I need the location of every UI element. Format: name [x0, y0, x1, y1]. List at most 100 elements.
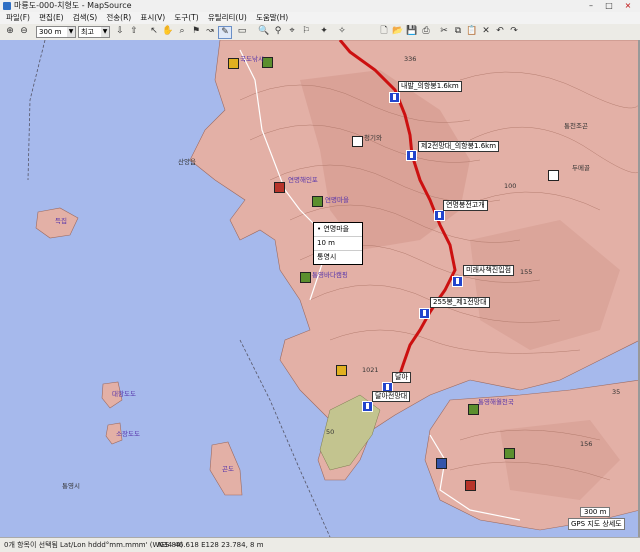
- parking-icon[interactable]: [465, 480, 476, 491]
- delete-icon[interactable]: ✕: [480, 26, 492, 37]
- find-place-icon[interactable]: ⚐: [300, 26, 312, 37]
- find-waypoint-icon[interactable]: ✦: [318, 26, 330, 37]
- waypoint-label[interactable]: 달아: [392, 372, 411, 383]
- close-button[interactable]: ×: [619, 0, 637, 11]
- zoom-in-icon[interactable]: ⊕: [4, 26, 16, 37]
- campsite-icon[interactable]: [504, 448, 515, 459]
- waypoint-label[interactable]: 255봉_제1전망대: [430, 297, 490, 308]
- maximize-button[interactable]: □: [600, 0, 618, 11]
- waypoint-icon[interactable]: [389, 92, 400, 103]
- find-icon[interactable]: 🔍: [258, 26, 270, 37]
- redo-icon[interactable]: ↷: [508, 26, 520, 37]
- waypoint-label[interactable]: 달아전망대: [372, 391, 411, 402]
- place-label: 대항도도: [112, 390, 136, 398]
- place-label: 청기와: [364, 134, 382, 142]
- find-poi-icon[interactable]: ✧: [336, 26, 348, 37]
- undo-icon[interactable]: ↶: [494, 26, 506, 37]
- place-label: 연명마을: [325, 196, 349, 204]
- height-label: 1021: [362, 366, 379, 374]
- place-label: 곤도: [222, 465, 234, 473]
- menu-edit[interactable]: 편집(E): [39, 12, 63, 24]
- hand-tool-icon[interactable]: ✋: [162, 26, 174, 37]
- menu-utilities[interactable]: 유틸리티(U): [208, 12, 247, 24]
- app-icon: [3, 2, 11, 10]
- place-label: 통천조곤: [564, 122, 588, 130]
- send-to-device-icon[interactable]: ⇧: [128, 26, 140, 37]
- distance-tool-icon[interactable]: ▭: [236, 26, 248, 37]
- find-nearest-icon[interactable]: ⚲: [272, 26, 284, 37]
- place-label: 산양읍: [178, 158, 196, 166]
- place-label: 통영바다캠핑: [312, 271, 348, 279]
- gps-detail-label: GPS 지도 상세도: [568, 518, 625, 530]
- print-icon[interactable]: ⎙: [420, 26, 432, 37]
- place-label: 득집: [55, 217, 67, 225]
- cut-icon[interactable]: ✂: [438, 26, 450, 37]
- receive-from-device-icon[interactable]: ⇩: [114, 26, 126, 37]
- bus-icon[interactable]: [436, 458, 447, 469]
- zoom-out-icon[interactable]: ⊖: [18, 26, 30, 37]
- parking-icon[interactable]: [274, 182, 285, 193]
- toolbar: ⊕ ⊖ 300 m ▼ 최고 ▼ ⇩ ⇧ ↖ ✋ ⌕ ⚑ ↝ ✎ ▭ 🔍 ⚲ ⌖ ⚐…: [0, 24, 640, 41]
- select-tool-icon[interactable]: ↖: [148, 26, 160, 37]
- detail-level-value: 최고: [81, 28, 94, 36]
- copy-icon[interactable]: ⧉: [452, 26, 464, 37]
- waypoint-icon[interactable]: [406, 150, 417, 161]
- place-label: 두메골: [572, 164, 590, 172]
- zoom-level-value: 300 m: [39, 28, 62, 36]
- height-label: 155: [520, 268, 533, 276]
- place-label: 국도낚시: [240, 55, 264, 63]
- waypoint-label[interactable]: 내발_의항봉1.6km: [398, 81, 462, 92]
- popup-region: 통영시: [317, 253, 337, 261]
- waypoint-label[interactable]: 연명봉전고개: [443, 200, 488, 211]
- detail-level-select[interactable]: 최고 ▼: [78, 26, 110, 38]
- menu-file[interactable]: 파일(F): [6, 12, 30, 24]
- waypoint-label[interactable]: 제2전망대_의항봉1.6km: [418, 141, 500, 152]
- height-label: 100: [504, 182, 517, 190]
- menu-search[interactable]: 검색(S): [73, 12, 97, 24]
- zoom-level-select[interactable]: 300 m ▼: [36, 26, 76, 38]
- new-file-icon[interactable]: 🗋: [378, 26, 390, 37]
- map-info-popup[interactable]: • 연명마을 10 m 통영시: [313, 222, 363, 265]
- waypoint-icon[interactable]: [362, 401, 373, 412]
- save-file-icon[interactable]: 💾: [406, 26, 418, 37]
- height-label: 50: [326, 428, 335, 436]
- map-scale-bar: 300 m: [580, 507, 611, 517]
- restaurant-icon[interactable]: [228, 58, 239, 69]
- cursor-coordinates: N34 46.618 E128 23.784, 8 m: [158, 541, 264, 549]
- waypoint-icon[interactable]: [419, 308, 430, 319]
- menu-help[interactable]: 도움말(H): [256, 12, 288, 24]
- place-label: 연명해인포: [288, 176, 318, 184]
- window-title: 마룡도-000-치형도 - MapSource: [14, 1, 132, 10]
- restaurant-icon[interactable]: [336, 365, 347, 376]
- selection-status: 0개 항목이 선택됨: [4, 541, 58, 549]
- status-bar: 0개 항목이 선택됨 Lat/Lon hddd°mm.mmm' (WGS 84)…: [0, 537, 640, 552]
- open-file-icon[interactable]: 📂: [392, 26, 404, 37]
- map-view[interactable]: 내발_의항봉1.6km 제2전망대_의항봉1.6km 연명봉전고개 미래사책진입…: [0, 40, 640, 537]
- place-label: 통영해월천국: [478, 398, 514, 406]
- popup-elevation: 10 m: [314, 237, 362, 251]
- menu-transfer[interactable]: 전송(R): [106, 12, 131, 24]
- popup-place-name: • 연명마을: [314, 223, 362, 237]
- waypoint-icon[interactable]: [452, 276, 463, 287]
- route-tool-icon[interactable]: ↝: [204, 26, 216, 37]
- menu-tools[interactable]: 도구(T): [174, 12, 198, 24]
- height-label: 156: [580, 440, 593, 448]
- campsite-icon[interactable]: [312, 196, 323, 207]
- waypoint-icon[interactable]: [434, 210, 445, 221]
- map-canvas: [0, 40, 640, 537]
- church-icon[interactable]: [548, 170, 559, 181]
- height-label: 35: [612, 388, 621, 396]
- church-icon[interactable]: [352, 136, 363, 147]
- place-label: 통영시: [62, 482, 80, 490]
- height-label: 336: [404, 55, 417, 63]
- find-address-icon[interactable]: ⌖: [286, 26, 298, 37]
- waypoint-tool-icon[interactable]: ⚑: [190, 26, 202, 37]
- campsite-icon[interactable]: [300, 272, 311, 283]
- minimize-button[interactable]: –: [582, 0, 600, 11]
- place-label: 소장도도: [116, 430, 140, 438]
- paste-icon[interactable]: 📋: [466, 26, 478, 37]
- waypoint-label[interactable]: 미래사책진입점: [463, 265, 515, 276]
- menu-view[interactable]: 표시(V): [140, 12, 165, 24]
- zoom-tool-icon[interactable]: ⌕: [176, 26, 188, 37]
- track-tool-icon[interactable]: ✎: [218, 26, 232, 39]
